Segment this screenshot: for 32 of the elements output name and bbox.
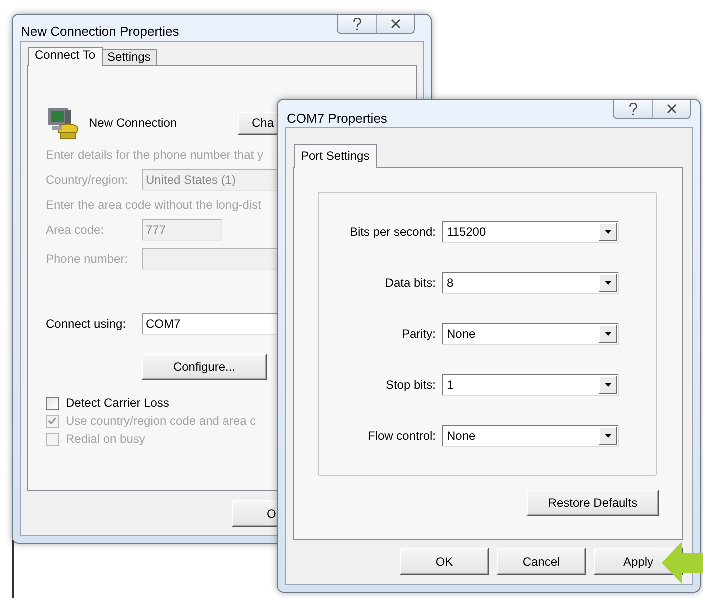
checkbox-label: Detect Carrier Loss — [66, 396, 170, 410]
dropdown[interactable]: None — [442, 323, 619, 345]
instruction-text: Enter the area code without the long-dist — [46, 198, 262, 212]
field-label: Phone number: — [46, 252, 130, 266]
dropdown[interactable]: 1 — [442, 374, 619, 396]
ok-button[interactable]: O — [232, 500, 277, 527]
restore-defaults-button[interactable]: Restore Defaults — [527, 490, 659, 516]
field-label: Area code: — [46, 223, 106, 237]
dropdown[interactable]: 8 — [442, 272, 619, 294]
dialog-button[interactable]: OK — [400, 548, 489, 575]
setting-label: Flow control: — [366, 429, 437, 443]
tab[interactable]: Connect To — [28, 47, 102, 66]
window-title: COM7 Properties — [287, 111, 388, 127]
tab[interactable]: Port Settings — [294, 144, 377, 168]
configure-button[interactable]: Configure... — [142, 354, 267, 380]
connection-name: New Connection — [89, 116, 178, 130]
window-title: New Connection Properties — [21, 24, 180, 40]
checkbox-label: Use country/region code and area c — [66, 414, 256, 428]
checkbox-label: Redial on busy — [66, 432, 146, 446]
setting-label: Bits per second: — [348, 225, 437, 239]
dropdown[interactable]: None — [442, 425, 619, 447]
field-label: Country/region: — [46, 173, 130, 187]
field-label: Connect using: — [46, 317, 128, 331]
dialog-button[interactable]: Cancel — [497, 548, 586, 575]
instruction-text: Enter details for the phone number that y — [46, 148, 264, 162]
setting-label: Data bits: — [384, 276, 437, 290]
change-icon-button[interactable]: Cha — [238, 112, 278, 134]
tab[interactable]: Settings — [102, 49, 157, 65]
input-field[interactable]: COM7 — [142, 313, 278, 335]
setting-label: Stop bits: — [384, 378, 437, 392]
dropdown[interactable]: 115200 — [442, 221, 619, 243]
setting-label: Parity: — [400, 327, 437, 341]
